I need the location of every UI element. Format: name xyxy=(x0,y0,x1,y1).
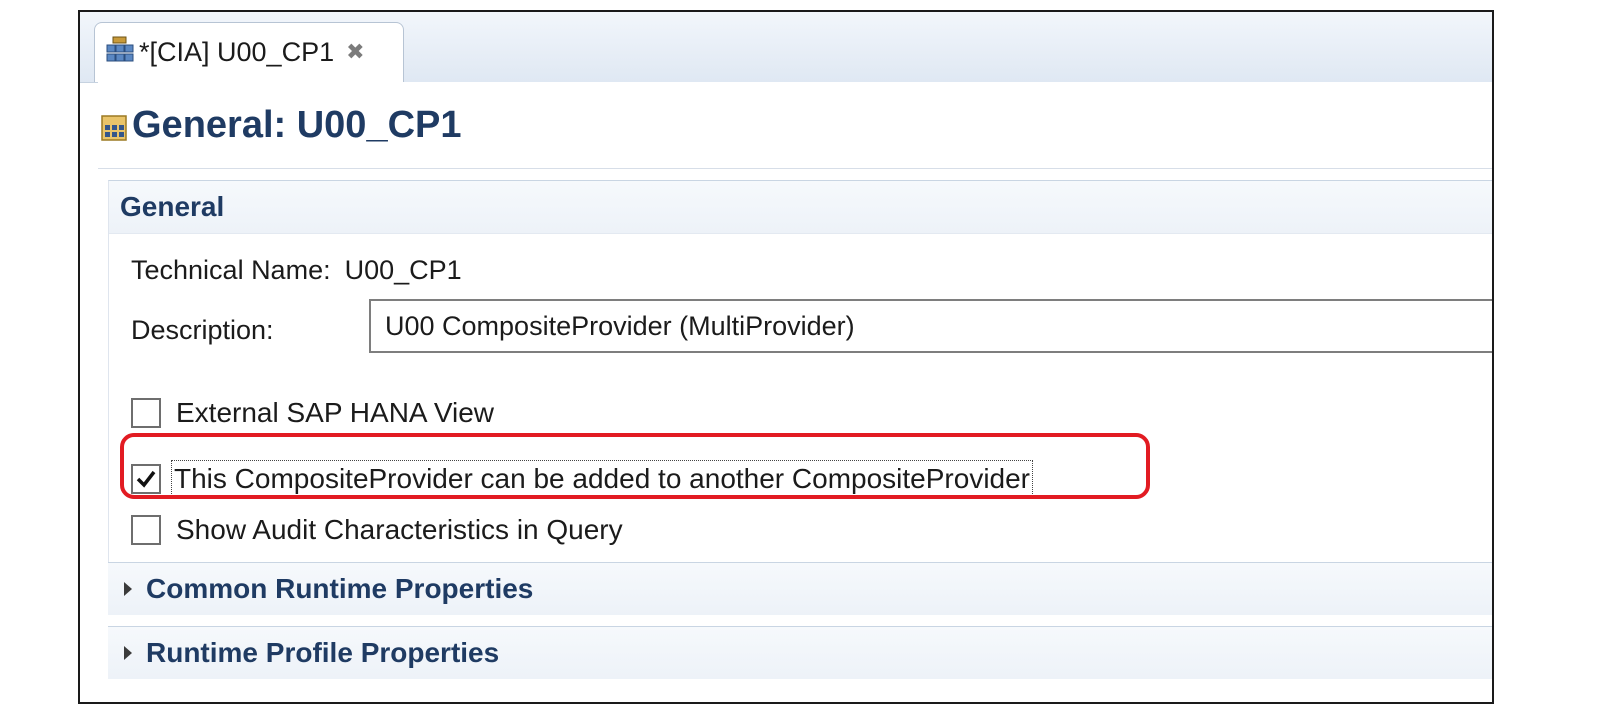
technical-name-label: Technical Name: xyxy=(131,255,331,285)
external-hana-view-label: External SAP HANA View xyxy=(176,397,495,428)
technical-name-value: U00_CP1 xyxy=(344,255,462,285)
add-to-composite-provider-label: This CompositeProvider can be added to a… xyxy=(170,460,1034,498)
show-audit-characteristics-checkbox[interactable] xyxy=(131,515,161,545)
description-input[interactable] xyxy=(369,299,1492,353)
external-hana-view-checkbox[interactable] xyxy=(131,398,161,428)
composite-provider-icon xyxy=(105,35,135,70)
tab-label: *[CIA] U00_CP1 xyxy=(139,37,335,67)
external-hana-view-option[interactable]: External SAP HANA View xyxy=(131,397,494,429)
add-to-composite-provider-checkbox[interactable] xyxy=(131,464,161,494)
general-section-title: General xyxy=(109,181,1492,234)
section-label: Common Runtime Properties xyxy=(146,573,534,604)
composite-provider-icon xyxy=(100,113,128,148)
common-runtime-properties-section[interactable]: Common Runtime Properties xyxy=(108,562,1492,615)
editor-tab[interactable]: *[CIA] U00_CP1 ✖ xyxy=(94,22,404,82)
section-label: Runtime Profile Properties xyxy=(146,637,500,668)
technical-name-row: Technical Name: U00_CP1 xyxy=(131,255,462,286)
expand-caret-icon[interactable] xyxy=(124,582,132,596)
description-label: Description: xyxy=(131,315,274,345)
runtime-profile-properties-section[interactable]: Runtime Profile Properties xyxy=(108,626,1492,679)
show-audit-characteristics-option[interactable]: Show Audit Characteristics in Query xyxy=(131,514,623,546)
expand-caret-icon[interactable] xyxy=(124,646,132,660)
checkmark-icon xyxy=(136,470,156,488)
close-icon[interactable]: ✖ xyxy=(346,39,364,65)
page-header: General: U00_CP1 xyxy=(98,82,1492,169)
show-audit-characteristics-label: Show Audit Characteristics in Query xyxy=(176,514,623,545)
editor-window: *[CIA] U00_CP1 ✖ General: U00_CP1 Genera… xyxy=(78,10,1494,704)
general-section: General Technical Name: U00_CP1 Descripti… xyxy=(108,180,1492,565)
add-to-composite-provider-option[interactable]: This CompositeProvider can be added to a… xyxy=(131,460,1034,498)
editor-tab-bar: *[CIA] U00_CP1 ✖ xyxy=(80,12,1492,83)
page-title: General: U00_CP1 xyxy=(132,103,462,146)
